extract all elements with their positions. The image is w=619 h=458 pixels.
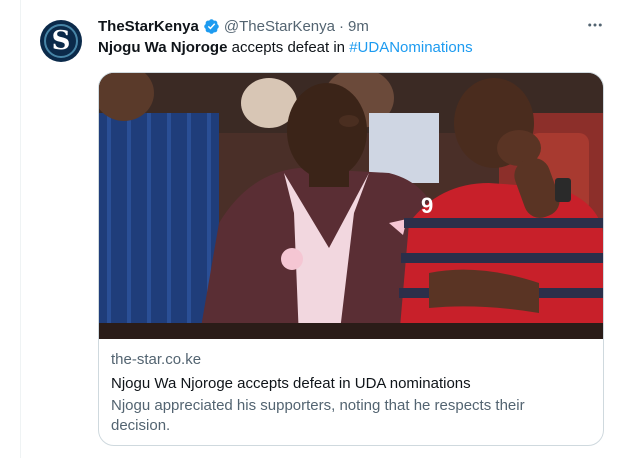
jersey-number: 9 [421, 193, 433, 218]
card-description: Njogu appreciated his supporters, noting… [111, 397, 525, 434]
card-meta: the-star.co.ke Njogu Wa Njoroge accepts … [99, 339, 603, 436]
more-options-icon[interactable] [584, 14, 606, 36]
tweet[interactable]: S TheStarKenya @TheStarKenya · 9m Njogu … [20, 0, 619, 458]
news-photo: 9 [99, 73, 603, 339]
tweet-header: TheStarKenya @TheStarKenya · 9m [98, 16, 369, 36]
separator-dot: · [339, 17, 344, 35]
card-title[interactable]: Njogu Wa Njoroge accepts defeat in UDA n… [111, 374, 591, 394]
card-image[interactable]: 9 [99, 73, 603, 339]
tweet-time[interactable]: 9m [348, 18, 369, 35]
verified-badge-icon [204, 18, 219, 34]
account-handle[interactable]: @TheStarKenya [224, 18, 335, 35]
link-card[interactable]: 9 the-star.co.ke Njogu Wa Njoroge accept… [98, 72, 604, 446]
tweet-text: Njogu Wa Njoroge accepts defeat in #UDAN… [98, 38, 473, 58]
avatar-letter: S [51, 26, 71, 56]
hashtag-link[interactable]: #UDANominations [349, 39, 472, 56]
tweet-text-body: accepts defeat in [227, 39, 350, 56]
tweet-text-bold: Njogu Wa Njoroge [98, 39, 228, 56]
account-name[interactable]: TheStarKenya [98, 18, 199, 35]
card-domain: the-star.co.ke [111, 351, 202, 368]
avatar[interactable]: S [40, 20, 82, 62]
